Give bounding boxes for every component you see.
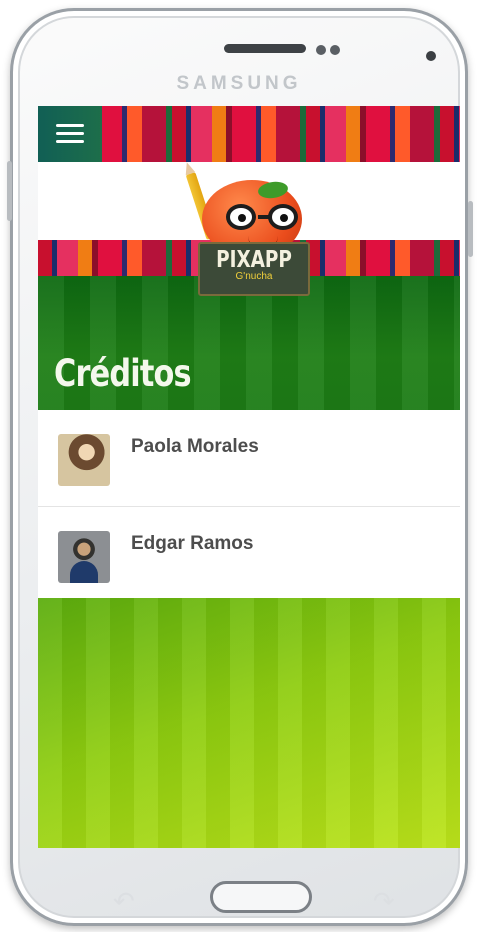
proximity-sensor bbox=[316, 45, 326, 55]
page-title: Créditos bbox=[54, 352, 192, 395]
hamburger-menu-icon[interactable] bbox=[56, 124, 84, 146]
avatar bbox=[58, 434, 110, 486]
credits-list: Paola Morales Edgar Ramos bbox=[38, 410, 460, 599]
glasses-right-icon bbox=[268, 204, 298, 230]
credit-name: Edgar Ramos bbox=[131, 533, 254, 554]
leaf-icon bbox=[257, 179, 289, 201]
list-item[interactable]: Edgar Ramos bbox=[38, 507, 460, 599]
glasses-left-icon bbox=[226, 204, 256, 230]
light-sensor bbox=[330, 45, 340, 55]
logo-sign: PIXAPP G'nucha bbox=[198, 242, 310, 296]
logo-name: PIXAPP bbox=[216, 247, 292, 273]
device-brand: SAMSUNG bbox=[176, 73, 302, 94]
front-camera bbox=[426, 51, 436, 61]
volume-button bbox=[7, 161, 12, 221]
list-item[interactable]: Paola Morales bbox=[38, 410, 460, 507]
credit-name: Paola Morales bbox=[131, 436, 259, 457]
home-button[interactable] bbox=[210, 881, 312, 913]
recent-apps-icon[interactable]: ↷ bbox=[373, 886, 395, 917]
power-button bbox=[468, 201, 473, 257]
avatar bbox=[58, 531, 110, 583]
earpiece-speaker bbox=[224, 44, 306, 53]
textile-header bbox=[38, 106, 460, 162]
back-arrow-icon[interactable]: ↶ bbox=[113, 886, 135, 917]
app-screen: Créditos PIXAPP G'nucha Paola Morales Ed… bbox=[38, 106, 460, 848]
pixapp-logo: PIXAPP G'nucha bbox=[185, 168, 324, 298]
lime-background bbox=[38, 598, 460, 848]
